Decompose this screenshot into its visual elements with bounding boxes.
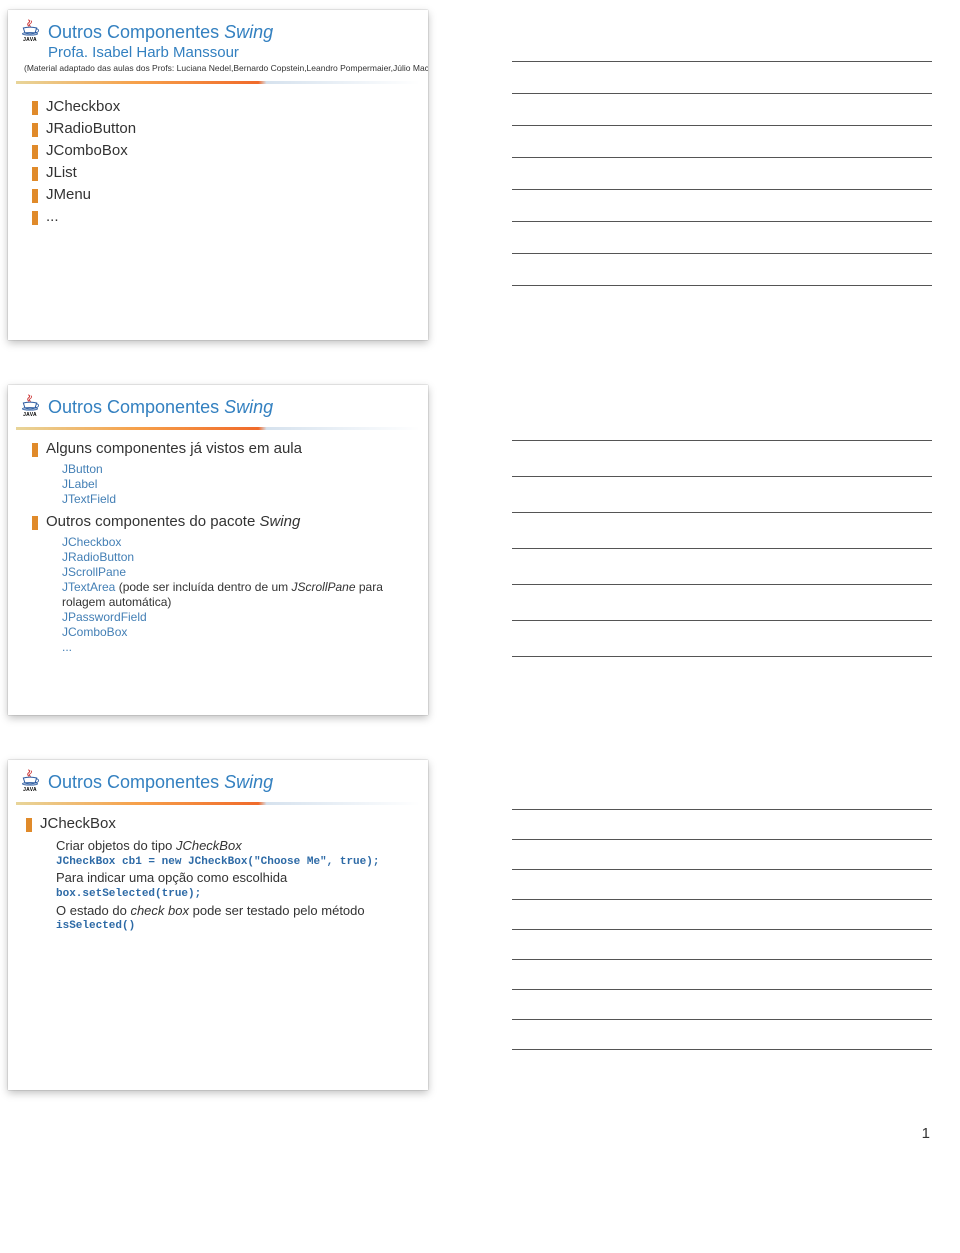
notes-area-1 xyxy=(512,10,932,340)
bullet-item: Outros componentes do pacote Swing xyxy=(32,513,414,531)
bullet-item: JMenu xyxy=(32,186,414,204)
sub-item: JButton xyxy=(62,462,414,477)
slide-3: JAVA Outros Componentes Swing JCheckBox … xyxy=(8,760,428,1090)
slide-2: JAVA Outros Componentes Swing Alguns com… xyxy=(8,385,428,715)
row-3: JAVA Outros Componentes Swing JCheckBox … xyxy=(0,750,960,1090)
bullet-item: ... xyxy=(32,208,414,226)
slide-1: JAVA Outros Componentes Swing Profa. Isa… xyxy=(8,10,428,340)
java-icon-caption: JAVA xyxy=(18,787,42,793)
notes-area-2 xyxy=(512,385,932,715)
java-cup-icon: JAVA xyxy=(18,768,42,796)
row-2: JAVA Outros Componentes Swing Alguns com… xyxy=(0,375,960,715)
gradient-divider xyxy=(16,802,420,805)
bullet-item: JComboBox xyxy=(32,142,414,160)
sub-item: ... xyxy=(62,640,414,655)
code-line: isSelected() xyxy=(56,919,414,934)
slide1-title: Outros Componentes Swing xyxy=(48,22,273,43)
page-number: 1 xyxy=(0,1125,960,1142)
slide3-title: Outros Componentes Swing xyxy=(48,772,273,793)
gradient-divider xyxy=(16,81,420,84)
java-cup-icon: JAVA xyxy=(18,18,42,46)
body-line: Criar objetos do tipo JCheckBox xyxy=(56,837,414,855)
bullet-item: JCheckBox xyxy=(26,815,414,833)
sub-item: JScrollPane xyxy=(62,565,414,580)
java-cup-icon: JAVA xyxy=(18,393,42,421)
code-line: JCheckBox cb1 = new JCheckBox("Choose Me… xyxy=(56,855,414,870)
slide1-credits: (Material adaptado das aulas dos Profs: … xyxy=(24,63,428,73)
sub-item: JCheckbox xyxy=(62,535,414,550)
sub-item: JLabel xyxy=(62,477,414,492)
slide2-title: Outros Componentes Swing xyxy=(48,397,273,418)
bullet-item: Alguns componentes já vistos em aula xyxy=(32,440,414,458)
java-icon-caption: JAVA xyxy=(18,412,42,418)
notes-area-3 xyxy=(512,760,932,1090)
sub-item: JComboBox xyxy=(62,625,414,640)
body-line: O estado do check box pode ser testado p… xyxy=(56,902,414,920)
sub-item: JTextArea (pode ser incluída dentro de u… xyxy=(62,580,414,610)
code-line: box.setSelected(true); xyxy=(56,887,414,902)
java-icon-caption: JAVA xyxy=(18,37,42,43)
bullet-item: JList xyxy=(32,164,414,182)
sub-item: JRadioButton xyxy=(62,550,414,565)
sub-item: JTextField xyxy=(62,492,414,507)
slide1-subtitle: Profa. Isabel Harb Manssour xyxy=(48,44,428,61)
bullet-item: JCheckbox xyxy=(32,98,414,116)
gradient-divider xyxy=(16,427,420,430)
sub-item: JPasswordField xyxy=(62,610,414,625)
row-1: JAVA Outros Componentes Swing Profa. Isa… xyxy=(0,0,960,340)
bullet-item: JRadioButton xyxy=(32,120,414,138)
body-line: Para indicar uma opção como escolhida xyxy=(56,869,414,887)
